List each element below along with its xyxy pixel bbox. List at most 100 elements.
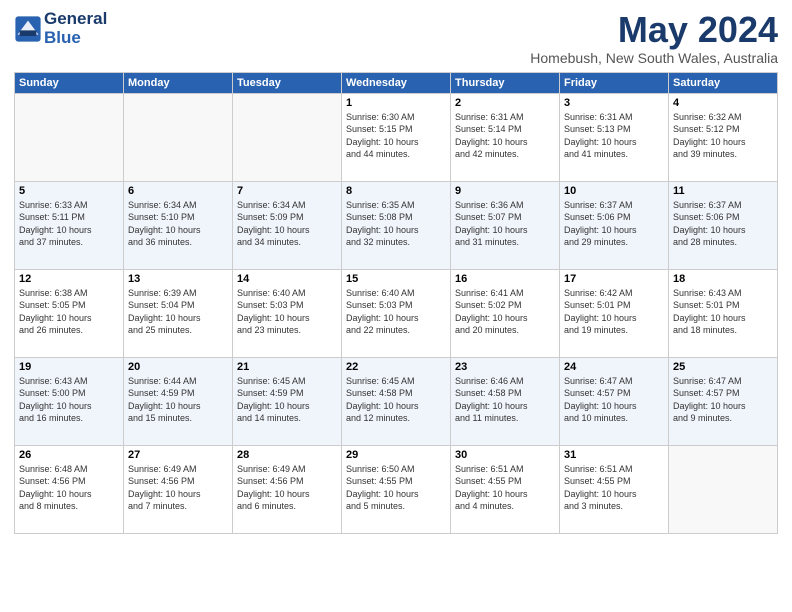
day-info: Sunrise: 6:47 AMSunset: 4:57 PMDaylight:… <box>673 375 773 425</box>
day-number: 30 <box>455 449 555 461</box>
table-row: 24 Sunrise: 6:47 AMSunset: 4:57 PMDayligh… <box>560 357 669 445</box>
day-number: 17 <box>564 273 664 285</box>
day-info: Sunrise: 6:50 AMSunset: 4:55 PMDaylight:… <box>346 463 446 513</box>
table-row: 14Sunrise: 6:40 AMSunset: 5:03 PMDayligh… <box>233 269 342 357</box>
day-info: Sunrise: 6:51 AMSunset: 4:55 PMDaylight:… <box>564 463 664 513</box>
day-number: 23 <box>455 361 555 373</box>
day-info: Sunrise: 6:46 AMSunset: 4:58 PMDaylight:… <box>455 375 555 425</box>
day-number: 8 <box>346 185 446 197</box>
calendar-week-row: 12 Sunrise: 6:38 AMSunset: 5:05 PMDayligh… <box>15 269 778 357</box>
day-info: Sunrise: 6:30 AMSunset: 5:15 PMDaylight:… <box>346 111 446 161</box>
table-row: 11 Sunrise: 6:37 AMSunset: 5:06 PMDayligh… <box>669 181 778 269</box>
calendar-week-row: 1 Sunrise: 6:30 AMSunset: 5:15 PMDaylight… <box>15 93 778 181</box>
day-info: Sunrise: 6:49 AMSunset: 4:56 PMDaylight:… <box>237 463 337 513</box>
day-info: Sunrise: 6:43 AMSunset: 5:00 PMDaylight:… <box>19 375 119 425</box>
calendar-week-row: 5 Sunrise: 6:33 AMSunset: 5:11 PMDaylight… <box>15 181 778 269</box>
table-row: 12 Sunrise: 6:38 AMSunset: 5:05 PMDayligh… <box>15 269 124 357</box>
day-info: Sunrise: 6:51 AMSunset: 4:55 PMDaylight:… <box>455 463 555 513</box>
day-info: Sunrise: 6:40 AMSunset: 5:03 PMDaylight:… <box>346 287 446 337</box>
calendar-header-row: Sunday Monday Tuesday Wednesday Thursday… <box>15 72 778 93</box>
day-number: 9 <box>455 185 555 197</box>
table-row: 16 Sunrise: 6:41 AMSunset: 5:02 PMDayligh… <box>451 269 560 357</box>
table-row: 27 Sunrise: 6:49 AMSunset: 4:56 PMDayligh… <box>124 445 233 533</box>
table-row: 26Sunrise: 6:48 AMSunset: 4:56 PMDayligh… <box>15 445 124 533</box>
logo-line2: Blue <box>44 29 107 48</box>
calendar-week-row: 19 Sunrise: 6:43 AMSunset: 5:00 PMDayligh… <box>15 357 778 445</box>
day-info: Sunrise: 6:37 AMSunset: 5:06 PMDaylight:… <box>673 199 773 249</box>
calendar-week-row: 26Sunrise: 6:48 AMSunset: 4:56 PMDayligh… <box>15 445 778 533</box>
location-subtitle: Homebush, New South Wales, Australia <box>530 50 778 66</box>
day-info: Sunrise: 6:41 AMSunset: 5:02 PMDaylight:… <box>455 287 555 337</box>
day-number: 3 <box>564 97 664 109</box>
table-row: 10 Sunrise: 6:37 AMSunset: 5:06 PMDayligh… <box>560 181 669 269</box>
day-info: Sunrise: 6:45 AMSunset: 4:58 PMDaylight:… <box>346 375 446 425</box>
day-info: Sunrise: 6:35 AMSunset: 5:08 PMDaylight:… <box>346 199 446 249</box>
day-number: 16 <box>455 273 555 285</box>
table-row: 21Sunrise: 6:45 AMSunset: 4:59 PMDayligh… <box>233 357 342 445</box>
day-number: 1 <box>346 97 446 109</box>
col-monday: Monday <box>124 72 233 93</box>
day-number: 4 <box>673 97 773 109</box>
day-number: 13 <box>128 273 228 285</box>
month-title: May 2024 <box>530 10 778 50</box>
day-number: 5 <box>19 185 119 197</box>
table-row <box>669 445 778 533</box>
day-info: Sunrise: 6:42 AMSunset: 5:01 PMDaylight:… <box>564 287 664 337</box>
day-info: Sunrise: 6:37 AMSunset: 5:06 PMDaylight:… <box>564 199 664 249</box>
table-row: 22 Sunrise: 6:45 AMSunset: 4:58 PMDayligh… <box>342 357 451 445</box>
day-number: 15 <box>346 273 446 285</box>
table-row: 30 Sunrise: 6:51 AMSunset: 4:55 PMDayligh… <box>451 445 560 533</box>
day-info: Sunrise: 6:40 AMSunset: 5:03 PMDaylight:… <box>237 287 337 337</box>
day-number: 24 <box>564 361 664 373</box>
day-info: Sunrise: 6:43 AMSunset: 5:01 PMDaylight:… <box>673 287 773 337</box>
day-info: Sunrise: 6:34 AMSunset: 5:09 PMDaylight:… <box>237 199 337 249</box>
table-row: 20 Sunrise: 6:44 AMSunset: 4:59 PMDayligh… <box>124 357 233 445</box>
day-number: 22 <box>346 361 446 373</box>
day-info: Sunrise: 6:47 AMSunset: 4:57 PMDaylight:… <box>564 375 664 425</box>
title-area: May 2024 Homebush, New South Wales, Aust… <box>530 10 778 66</box>
day-info: Sunrise: 6:33 AMSunset: 5:11 PMDaylight:… <box>19 199 119 249</box>
day-number: 7 <box>237 185 337 197</box>
table-row: 13Sunrise: 6:39 AMSunset: 5:04 PMDayligh… <box>124 269 233 357</box>
page: General Blue May 2024 Homebush, New Sout… <box>0 0 792 612</box>
day-info: Sunrise: 6:32 AMSunset: 5:12 PMDaylight:… <box>673 111 773 161</box>
table-row: 4 Sunrise: 6:32 AMSunset: 5:12 PMDaylight… <box>669 93 778 181</box>
day-info: Sunrise: 6:38 AMSunset: 5:05 PMDaylight:… <box>19 287 119 337</box>
day-info: Sunrise: 6:49 AMSunset: 4:56 PMDaylight:… <box>128 463 228 513</box>
header: General Blue May 2024 Homebush, New Sout… <box>14 10 778 66</box>
day-info: Sunrise: 6:44 AMSunset: 4:59 PMDaylight:… <box>128 375 228 425</box>
day-number: 27 <box>128 449 228 461</box>
table-row: 15 Sunrise: 6:40 AMSunset: 5:03 PMDayligh… <box>342 269 451 357</box>
day-number: 10 <box>564 185 664 197</box>
day-info: Sunrise: 6:31 AMSunset: 5:13 PMDaylight:… <box>564 111 664 161</box>
table-row: 29 Sunrise: 6:50 AMSunset: 4:55 PMDayligh… <box>342 445 451 533</box>
day-number: 28 <box>237 449 337 461</box>
logo: General Blue <box>14 10 107 47</box>
day-info: Sunrise: 6:48 AMSunset: 4:56 PMDaylight:… <box>19 463 119 513</box>
table-row: 8 Sunrise: 6:35 AMSunset: 5:08 PMDaylight… <box>342 181 451 269</box>
day-number: 12 <box>19 273 119 285</box>
day-info: Sunrise: 6:31 AMSunset: 5:14 PMDaylight:… <box>455 111 555 161</box>
table-row: 1 Sunrise: 6:30 AMSunset: 5:15 PMDaylight… <box>342 93 451 181</box>
table-row: 18 Sunrise: 6:43 AMSunset: 5:01 PMDayligh… <box>669 269 778 357</box>
col-tuesday: Tuesday <box>233 72 342 93</box>
col-saturday: Saturday <box>669 72 778 93</box>
day-number: 19 <box>19 361 119 373</box>
day-number: 18 <box>673 273 773 285</box>
table-row: 28 Sunrise: 6:49 AMSunset: 4:56 PMDayligh… <box>233 445 342 533</box>
day-number: 29 <box>346 449 446 461</box>
col-thursday: Thursday <box>451 72 560 93</box>
table-row <box>124 93 233 181</box>
day-number: 2 <box>455 97 555 109</box>
calendar: Sunday Monday Tuesday Wednesday Thursday… <box>14 72 778 534</box>
table-row: 25Sunrise: 6:47 AMSunset: 4:57 PMDayligh… <box>669 357 778 445</box>
table-row: 19 Sunrise: 6:43 AMSunset: 5:00 PMDayligh… <box>15 357 124 445</box>
day-number: 31 <box>564 449 664 461</box>
day-number: 20 <box>128 361 228 373</box>
day-number: 11 <box>673 185 773 197</box>
day-info: Sunrise: 6:45 AMSunset: 4:59 PMDaylight:… <box>237 375 337 425</box>
table-row: 6Sunrise: 6:34 AMSunset: 5:10 PMDaylight… <box>124 181 233 269</box>
table-row <box>233 93 342 181</box>
col-friday: Friday <box>560 72 669 93</box>
logo-icon <box>14 15 42 43</box>
